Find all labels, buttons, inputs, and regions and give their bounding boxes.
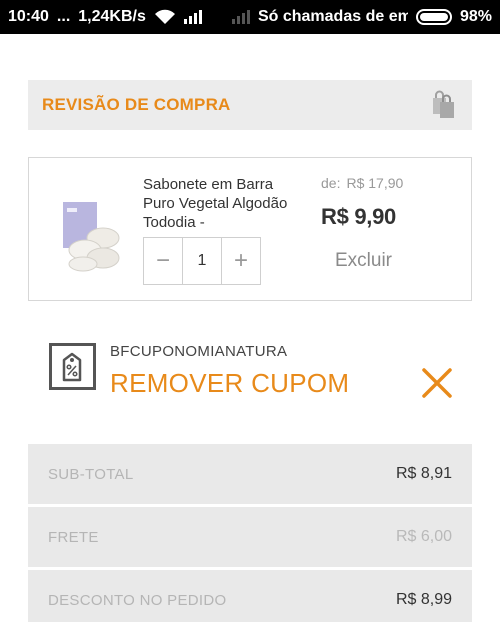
summary-discount-row: DESCONTO NO PEDIDO R$ 8,99 xyxy=(28,570,472,622)
review-header: REVISÃO DE COMPRA xyxy=(28,80,472,130)
product-image[interactable] xyxy=(59,202,123,272)
wifi-icon xyxy=(154,9,175,24)
shopping-bag-icon[interactable] xyxy=(430,90,458,120)
status-speed: 1,24KB/s xyxy=(78,8,146,25)
remove-coupon-button[interactable]: REMOVER CUPOM xyxy=(110,368,349,399)
discount-tag-icon xyxy=(49,343,96,390)
decrease-quantity-button[interactable]: − xyxy=(144,238,182,284)
status-right: Só chamadas de em 98% xyxy=(231,8,492,26)
summary-label: FRETE xyxy=(48,528,99,546)
status-battery: 98% xyxy=(459,8,492,25)
status-dots: ... xyxy=(56,8,71,25)
product-price: R$ 9,90 xyxy=(321,204,396,229)
quantity-stepper: − 1 + xyxy=(143,237,261,285)
old-price-value: R$ 17,90 xyxy=(346,175,404,191)
status-carrier: Só chamadas de em xyxy=(257,8,408,25)
increase-quantity-button[interactable]: + xyxy=(222,238,260,284)
cart-item: Sabonete em Barra Puro Vegetal Algodão T… xyxy=(28,157,472,301)
remove-item-button[interactable]: Excluir xyxy=(335,250,392,272)
signal-off-icon xyxy=(231,10,250,24)
close-icon[interactable] xyxy=(420,366,454,400)
quantity-value[interactable]: 1 xyxy=(182,238,222,284)
status-left: 10:40 ... 1,24KB/s xyxy=(8,8,202,26)
summary-value: R$ 8,91 xyxy=(395,465,452,482)
summary-shipping-row: FRETE R$ 6,00 xyxy=(28,507,472,567)
status-time: 10:40 xyxy=(8,8,49,25)
summary-label: SUB-TOTAL xyxy=(48,465,134,483)
summary-subtotal-row: SUB-TOTAL R$ 8,91 xyxy=(28,444,472,504)
summary-label: DESCONTO NO PEDIDO xyxy=(48,591,227,609)
coupon-code: BFCUPONOMIANATURA xyxy=(110,343,288,360)
old-price-label: de: xyxy=(321,175,341,191)
summary-value: R$ 6,00 xyxy=(395,528,452,545)
battery-icon xyxy=(415,9,452,25)
old-price: de: R$ 17,90 xyxy=(321,175,403,191)
summary-value: R$ 8,99 xyxy=(395,591,452,608)
product-name[interactable]: Sabonete em Barra Puro Vegetal Algodão T… xyxy=(143,175,293,232)
page-title: REVISÃO DE COMPRA xyxy=(42,95,231,114)
status-bar: 10:40 ... 1,24KB/s Só chamadas de em 98% xyxy=(0,0,500,34)
signal-icon xyxy=(183,10,202,24)
